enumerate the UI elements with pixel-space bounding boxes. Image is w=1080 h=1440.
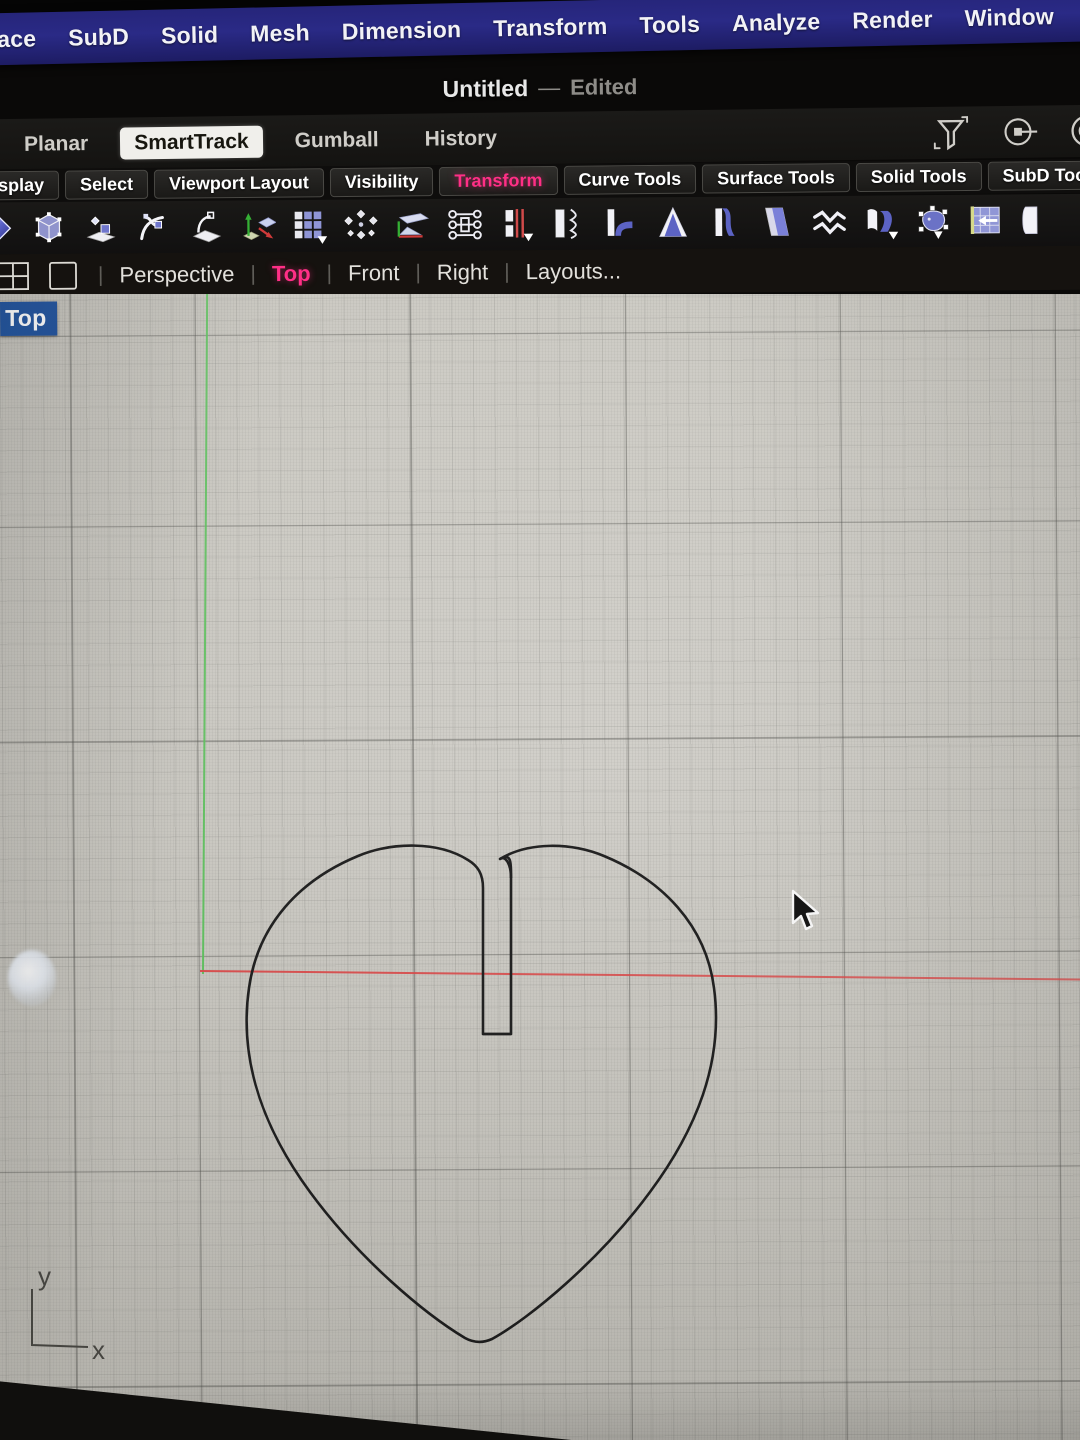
- document-title: Untitled: [442, 75, 528, 103]
- viewport-tab-front[interactable]: Front: [342, 260, 406, 286]
- top-viewport[interactable]: y x Top: [0, 294, 1080, 1440]
- menu-item-dimension[interactable]: Dimension: [326, 15, 478, 45]
- orient-on-surface-icon[interactable]: [180, 205, 230, 249]
- menu-item-subd[interactable]: SubD: [52, 22, 145, 51]
- aids-right-icons: [928, 107, 1080, 156]
- viewport-tab-top[interactable]: Top: [266, 261, 317, 287]
- set-points-icon[interactable]: [76, 205, 126, 249]
- y-axis-line: [202, 294, 208, 974]
- menu-item-solid[interactable]: Solid: [145, 21, 235, 50]
- move-diamond-icon[interactable]: [0, 206, 22, 250]
- toggle-smarttrack[interactable]: SmartTrack: [120, 126, 263, 160]
- remap-cplane-icon[interactable]: [232, 204, 282, 248]
- tab-visibility[interactable]: Visibility: [330, 167, 434, 197]
- four-view-layout-icon[interactable]: [0, 261, 30, 291]
- menu-item-surface[interactable]: urface: [0, 24, 53, 53]
- menu-bar: urface SubD Solid Mesh Dimension Transfo…: [0, 0, 1080, 66]
- rhino-window: urface SubD Solid Mesh Dimension Transfo…: [0, 0, 1080, 1440]
- single-view-layout-icon[interactable]: [46, 261, 80, 291]
- viewport-divider-4: |: [415, 261, 421, 285]
- tab-select[interactable]: Select: [65, 170, 148, 200]
- toggle-gumball[interactable]: Gumball: [280, 124, 392, 157]
- menu-item-analyze[interactable]: Analyze: [716, 7, 837, 37]
- flow-icon[interactable]: [856, 199, 906, 243]
- arrow-cursor: [789, 889, 823, 935]
- tab-curve-tools[interactable]: Curve Tools: [563, 165, 696, 195]
- osnap-point-icon[interactable]: [996, 108, 1043, 155]
- twist-icon[interactable]: [700, 200, 750, 244]
- gizmo-x-label: x: [92, 1335, 105, 1365]
- viewport-minor-grid: [0, 294, 1080, 1440]
- tab-subd-tools[interactable]: SubD Tools: [987, 161, 1080, 191]
- flow-along-curve-icon[interactable]: [440, 202, 490, 246]
- viewport-divider-2: |: [250, 262, 256, 286]
- orient-curve-icon[interactable]: [128, 205, 178, 249]
- menu-item-transform[interactable]: Transform: [477, 12, 624, 42]
- viewport-divider-3: |: [326, 262, 332, 286]
- record-circle-icon[interactable]: [1064, 108, 1080, 155]
- scale-nu-icon[interactable]: [544, 202, 594, 246]
- smooth-icon[interactable]: [804, 200, 854, 244]
- viewport-divider-1: |: [98, 263, 104, 287]
- shear-icon[interactable]: [752, 200, 802, 244]
- transform-icon-toolbar: [0, 193, 1080, 254]
- tab-transform[interactable]: Transform: [439, 166, 557, 196]
- cage-edit-icon[interactable]: [908, 199, 958, 243]
- menu-item-window[interactable]: Window: [948, 2, 1070, 32]
- viewport-tab-right[interactable]: Right: [431, 259, 495, 285]
- viewport-tab-perspective[interactable]: Perspective: [113, 261, 240, 288]
- toggle-planar[interactable]: Planar: [10, 128, 103, 161]
- window-title-bar: Untitled — Edited: [0, 65, 1080, 111]
- tab-surface-tools[interactable]: Surface Tools: [702, 163, 850, 193]
- heart-curve[interactable]: [0, 294, 1080, 1440]
- viewport-vignette: [0, 294, 1080, 1440]
- partial-clipped-icon[interactable]: [1012, 198, 1062, 242]
- taper-icon[interactable]: [648, 201, 698, 245]
- menu-item-mesh[interactable]: Mesh: [234, 19, 326, 48]
- scale-1d-icon[interactable]: [492, 202, 542, 246]
- array-polar-icon[interactable]: [336, 203, 386, 247]
- screen-glare-left: [8, 950, 56, 1006]
- project-to-cplane-icon[interactable]: [388, 203, 438, 247]
- viewport-divider-5: |: [504, 260, 510, 284]
- soft-move-icon[interactable]: [960, 198, 1010, 242]
- toggle-history[interactable]: History: [410, 122, 511, 155]
- tab-solid-tools[interactable]: Solid Tools: [856, 162, 982, 192]
- cplane-axis-gizmo: y x: [18, 1269, 128, 1379]
- menu-item-tools[interactable]: Tools: [623, 10, 716, 39]
- viewport-tab-bar: | Perspective | Top | Front | Right | La…: [0, 246, 1080, 299]
- array-grid-icon[interactable]: [284, 204, 334, 248]
- tab-viewport-layout[interactable]: Viewport Layout: [154, 168, 324, 199]
- viewport-name-badge[interactable]: Top: [0, 301, 58, 335]
- viewport-screen-texture: [0, 294, 1080, 1440]
- viewport-major-grid: [0, 294, 1080, 1440]
- viewport-tab-layouts[interactable]: Layouts...: [520, 258, 628, 285]
- x-axis-line: [200, 970, 1080, 981]
- bend-icon[interactable]: [596, 201, 646, 245]
- selection-filter-icon[interactable]: [928, 109, 975, 156]
- bounding-box-icon[interactable]: [24, 206, 74, 250]
- title-separator: —: [538, 75, 560, 101]
- menu-item-render[interactable]: Render: [836, 5, 949, 34]
- gizmo-y-label: y: [38, 1269, 51, 1291]
- document-edited-state: Edited: [570, 74, 637, 101]
- tab-display[interactable]: splay: [0, 171, 59, 201]
